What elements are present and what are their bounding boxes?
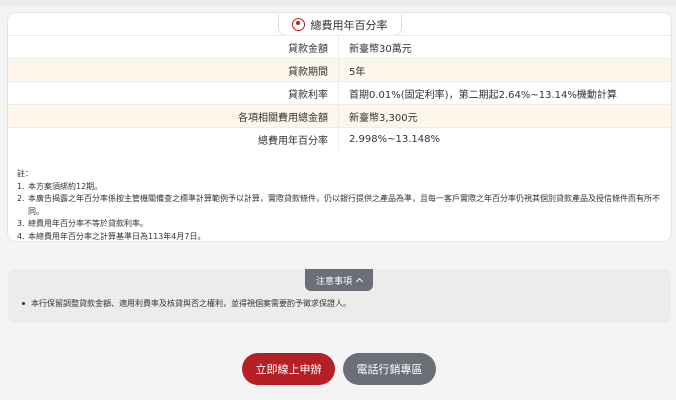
apply-online-button[interactable]: 立即線上申辦 — [242, 353, 335, 385]
table-row: 貸款金額 新臺幣30萬元 — [8, 35, 671, 58]
notice-panel: 注意事項 本行保留調整貸款金額、適用利費率及核貸與否之權利，並得視個案需要酌予徵… — [8, 269, 671, 323]
note-number: 3. — [17, 219, 25, 228]
rate-table: 貸款金額 新臺幣30萬元 貸款期間 5年 貸款利率 首期0.01%(固定利率)，… — [8, 35, 671, 150]
note-text: 本廣告揭露之年百分率係按主管機關備查之標準計算範例予以計算，實際貸款條件，仍以銀… — [28, 194, 660, 216]
notice-text: 本行保留調整貸款金額、適用利費率及核貸與否之權利，並得視個案需要酌予徵求保證人。 — [31, 299, 351, 308]
bullet-icon — [22, 302, 25, 305]
note-number: 2. — [17, 194, 25, 203]
note-item: 1. 本方案須綁約12期。 — [17, 181, 667, 194]
row-value: 新臺幣3,300元 — [349, 112, 418, 124]
note-number: 4. — [17, 231, 25, 241]
phone-sales-button[interactable]: 電話行銷專區 — [343, 353, 436, 385]
row-value: 新臺幣30萬元 — [349, 43, 412, 55]
table-row: 各項相關費用總金額 新臺幣3,300元 — [8, 104, 671, 127]
note-number: 1. — [17, 181, 25, 191]
row-value: 5年 — [349, 66, 366, 78]
notes: 註： 1. 本方案須綁約12期。 2. 本廣告揭露之年百分率係按主管機關備查之標… — [17, 168, 667, 243]
note-text: 總費用年百分率不等於貸款利率。 — [28, 219, 148, 228]
notice-tab-label: 注意事項 — [315, 276, 352, 287]
notes-list: 1. 本方案須綁約12期。 2. 本廣告揭露之年百分率係按主管機關備查之標準計算… — [17, 181, 667, 244]
table-row: 貸款利率 首期0.01%(固定利率)，第二期起2.64%~13.14%機動計算 — [8, 81, 671, 104]
table-row: 貸款期間 5年 — [8, 58, 671, 81]
note-text: 本總費用年百分率之計算基準日為113年4月7日。 — [28, 231, 206, 241]
row-label: 貸款金額 — [8, 36, 339, 58]
row-value: 2.998%~13.148% — [349, 133, 441, 145]
notes-heading: 註： — [17, 169, 33, 178]
row-label: 各項相關費用總金額 — [8, 105, 339, 127]
row-label: 總費用年百分率 — [8, 128, 339, 150]
card-title: 總費用年百分率 — [310, 18, 388, 32]
note-item: 2. 本廣告揭露之年百分率係按主管機關備查之標準計算範例予以計算，實際貸款條件，… — [17, 193, 667, 218]
table-row: 總費用年百分率 2.998%~13.148% — [8, 127, 671, 150]
notice-item: 本行保留調整貸款金額、適用利費率及核貸與否之權利，並得視個案需要酌予徵求保證人。 — [22, 298, 351, 309]
apr-card: 總費用年百分率 貸款金額 新臺幣30萬元 貸款期間 5年 貸款利率 首期0.01… — [8, 13, 671, 241]
coin-icon — [291, 18, 305, 31]
note-item: 3. 總費用年百分率不等於貸款利率。 — [17, 218, 667, 231]
row-label: 貸款利率 — [8, 82, 339, 104]
card-title-tab: 總費用年百分率 — [277, 14, 402, 36]
note-text: 本方案須綁約12期。 — [28, 181, 103, 191]
note-item: 4. 本總費用年百分率之計算基準日為113年4月7日。 — [17, 231, 667, 244]
top-strip — [0, 0, 676, 6]
row-label: 貸款期間 — [8, 59, 339, 81]
row-value: 首期0.01%(固定利率)，第二期起2.64%~13.14%機動計算 — [349, 89, 617, 101]
chevron-up-icon — [355, 277, 364, 286]
notice-toggle[interactable]: 注意事項 — [305, 269, 373, 291]
